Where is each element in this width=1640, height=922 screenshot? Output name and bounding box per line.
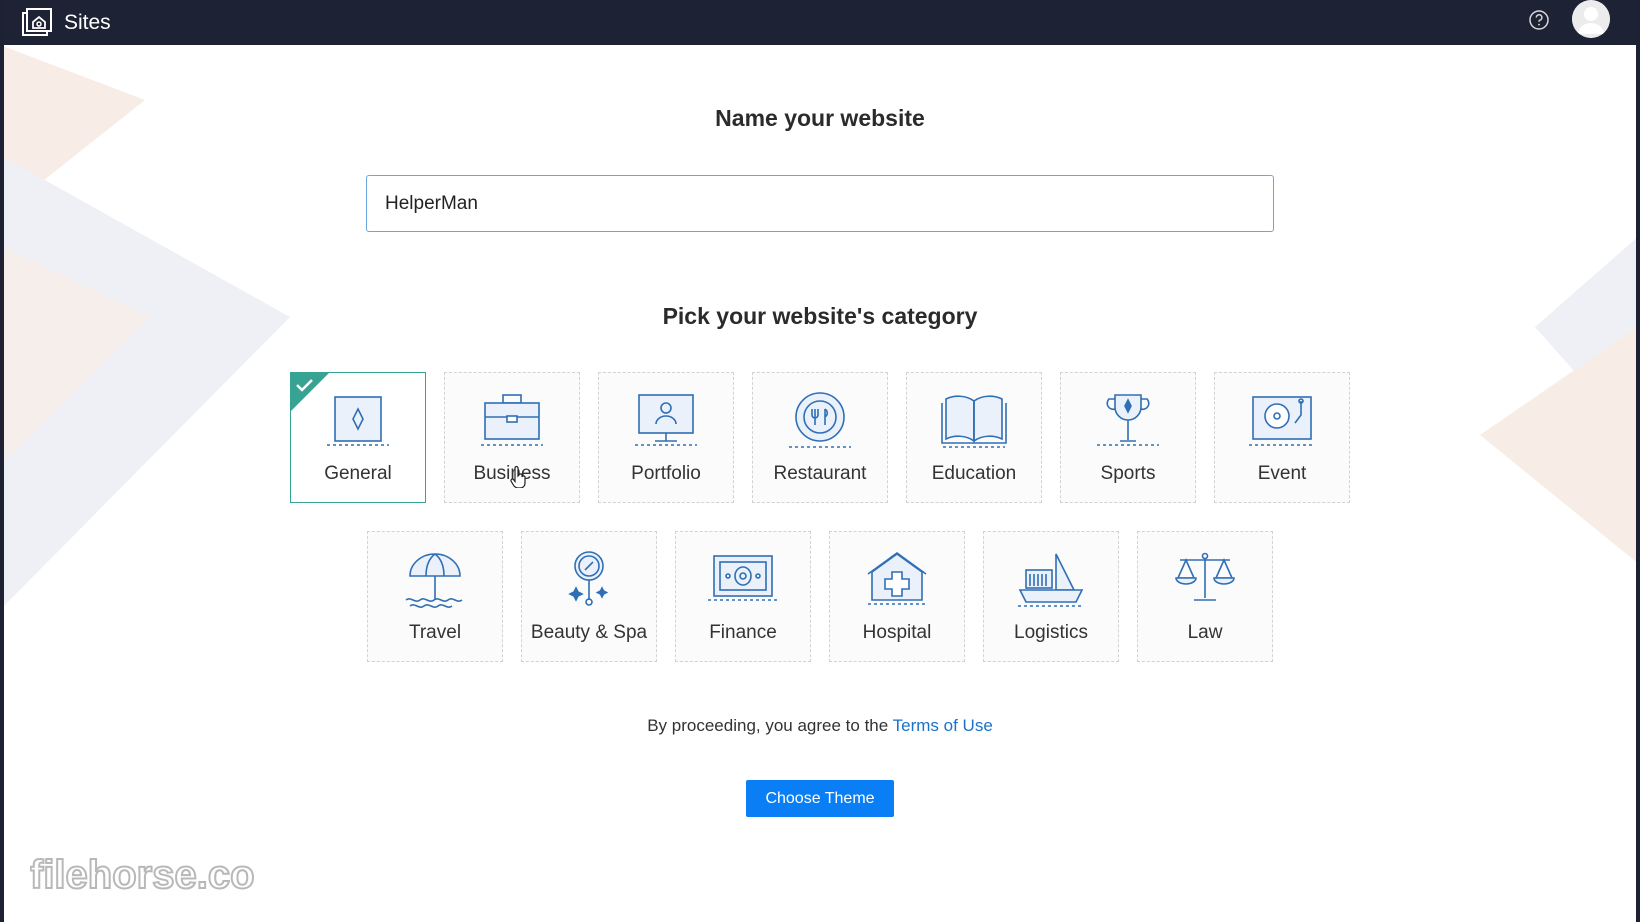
category-heading: Pick your website's category xyxy=(662,303,978,329)
sites-logo-icon[interactable] xyxy=(20,7,54,38)
name-heading: Name your website xyxy=(715,105,925,131)
app-title: Sites xyxy=(64,10,111,34)
top-bar: Sites xyxy=(0,0,1640,45)
website-name-input[interactable] xyxy=(366,175,1274,232)
category-row-2: Travel Beauty & Spa Finance Hospital Log… xyxy=(0,531,1640,662)
banknote-icon xyxy=(708,555,778,601)
user-avatar[interactable] xyxy=(1572,0,1610,38)
category-row-1: General Business Portfolio Restaurant Ed… xyxy=(0,372,1640,503)
category-card-event[interactable]: Event xyxy=(1214,372,1350,503)
selected-check-icon xyxy=(290,372,330,412)
terms-of-use-link[interactable]: Terms of Use xyxy=(893,716,993,735)
terms-prefix: By proceeding, you agree to the xyxy=(647,716,893,735)
category-card-beauty-spa[interactable]: Beauty & Spa xyxy=(521,531,657,662)
category-label: Logistics xyxy=(1014,622,1088,643)
category-label: Travel xyxy=(408,622,462,643)
user-avatar-icon xyxy=(1572,0,1610,38)
turntable-icon xyxy=(1249,396,1315,446)
beach-umbrella-icon xyxy=(405,553,463,608)
terms-text: By proceeding, you agree to the Terms of… xyxy=(0,716,1640,736)
open-book-icon xyxy=(941,395,1007,448)
category-label: Event xyxy=(1257,463,1307,484)
help-icon[interactable] xyxy=(1528,9,1550,31)
main-content: Name your website Pick your website's ca… xyxy=(0,45,1640,922)
category-label: Restaurant xyxy=(773,463,867,484)
watermark-text: filehorse.com xyxy=(30,853,255,897)
category-label: Sports xyxy=(1100,463,1156,484)
category-card-education[interactable]: Education xyxy=(906,372,1042,503)
hospital-icon xyxy=(867,552,927,605)
briefcase-icon xyxy=(481,394,543,446)
scales-icon xyxy=(1175,552,1235,601)
category-card-hospital[interactable]: Hospital xyxy=(829,531,965,662)
category-label: General xyxy=(324,463,392,484)
category-label: Portfolio xyxy=(631,463,701,484)
cargo-ship-icon xyxy=(1018,553,1084,607)
hand-cursor-icon xyxy=(510,466,526,488)
category-label: Beauty & Spa xyxy=(530,622,648,643)
category-label: Education xyxy=(931,463,1017,484)
category-card-travel[interactable]: Travel xyxy=(367,531,503,662)
plate-cutlery-icon xyxy=(789,392,851,448)
trophy-icon xyxy=(1097,394,1159,446)
mirror-icon xyxy=(568,551,609,606)
choose-theme-button[interactable]: Choose Theme xyxy=(746,780,894,817)
category-card-logistics[interactable]: Logistics xyxy=(983,531,1119,662)
category-card-law[interactable]: Law xyxy=(1137,531,1273,662)
monitor-profile-icon xyxy=(635,394,697,446)
category-card-general[interactable]: General xyxy=(290,372,426,503)
category-card-finance[interactable]: Finance xyxy=(675,531,811,662)
category-card-sports[interactable]: Sports xyxy=(1060,372,1196,503)
website-icon xyxy=(327,396,389,446)
category-label: Hospital xyxy=(862,622,932,643)
category-card-restaurant[interactable]: Restaurant xyxy=(752,372,888,503)
filehorse-watermark: filehorse.com xyxy=(30,852,255,898)
category-label: Law xyxy=(1187,622,1223,643)
category-label: Finance xyxy=(709,622,777,643)
category-card-portfolio[interactable]: Portfolio xyxy=(598,372,734,503)
